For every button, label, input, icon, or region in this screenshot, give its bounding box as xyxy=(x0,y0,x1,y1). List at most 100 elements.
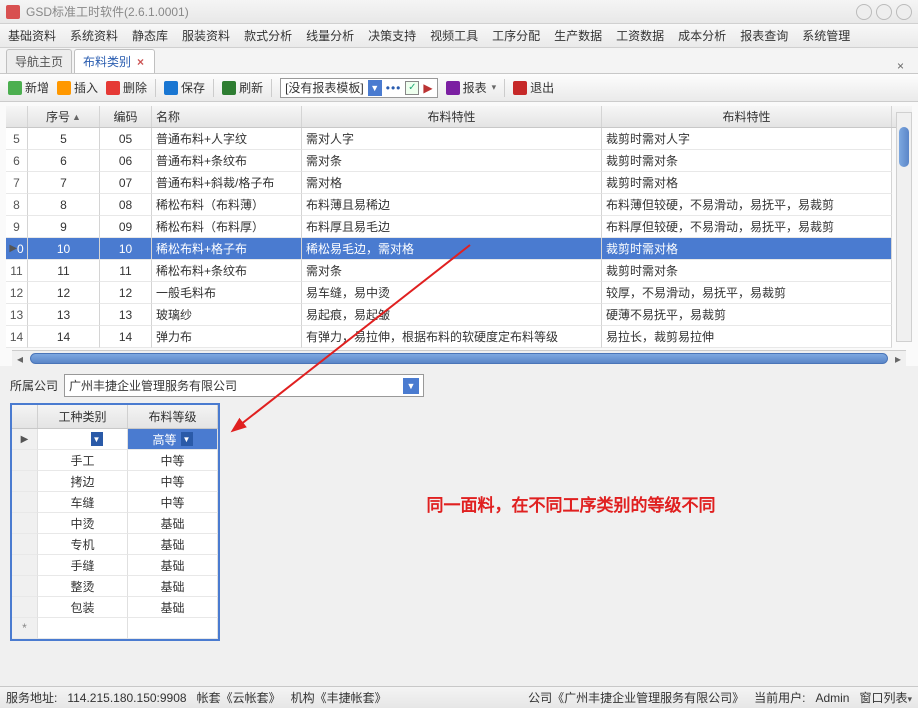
report-button[interactable]: 报表▾ xyxy=(446,79,497,96)
cell-grade[interactable]: 基础 xyxy=(128,555,218,576)
chevron-down-icon[interactable]: ▼ xyxy=(403,378,419,394)
scroll-left-icon[interactable]: ◂ xyxy=(12,351,28,366)
col-seq[interactable]: 序号▲ xyxy=(28,106,100,127)
cell-prop1[interactable]: 易起痕，易起皱 xyxy=(302,304,602,326)
detail-row[interactable]: 中烫基础 xyxy=(12,513,218,534)
chevron-down-icon[interactable]: ▼ xyxy=(181,432,193,446)
cell-code[interactable]: 10 xyxy=(100,238,152,260)
cell-grade[interactable]: 中等 xyxy=(128,471,218,492)
cell-prop2[interactable]: 布料薄但较硬，不易滑动，易抚平，易裁剪 xyxy=(602,194,892,216)
vertical-scrollbar[interactable] xyxy=(896,112,912,342)
exit-button[interactable]: 退出 xyxy=(513,79,554,96)
cell-seq[interactable]: 11 xyxy=(28,260,100,282)
cell-seq[interactable]: 12 xyxy=(28,282,100,304)
table-row[interactable]: 121212一般毛料布易车缝，易中烫较厚，不易滑动，易抚平，易裁剪 xyxy=(6,282,912,304)
cell-code[interactable]: 08 xyxy=(100,194,152,216)
table-row[interactable]: 5505普通布料+人字纹需对人字裁剪时需对人字 xyxy=(6,128,912,150)
menu-item[interactable]: 工资数据 xyxy=(616,27,664,44)
cell-seq[interactable]: 10 xyxy=(28,238,100,260)
table-row[interactable]: 7707普通布料+斜裁/格子布需对格裁剪时需对格 xyxy=(6,172,912,194)
cell-seq[interactable]: 8 xyxy=(28,194,100,216)
refresh-button[interactable]: 刷新 xyxy=(222,79,263,96)
play-icon[interactable]: ▶ xyxy=(423,81,432,95)
cell-code[interactable]: 11 xyxy=(100,260,152,282)
detail-row[interactable]: 拷边中等 xyxy=(12,471,218,492)
cell-seq[interactable]: 14 xyxy=(28,326,100,348)
col-prop1[interactable]: 布料特性 xyxy=(302,106,602,127)
check-icon[interactable]: ✓ xyxy=(405,81,419,95)
window-list-button[interactable]: 窗口列表▾ xyxy=(859,689,912,706)
col-work-type[interactable]: 工种类别 xyxy=(38,405,128,428)
cell-prop1[interactable]: 有弹力，易拉伸，根据布料的软硬度定布料等级 xyxy=(302,326,602,348)
cell-name[interactable]: 弹力布 xyxy=(152,326,302,348)
cell-prop2[interactable]: 硬薄不易抚平，易裁剪 xyxy=(602,304,892,326)
cell-prop1[interactable]: 需对格 xyxy=(302,172,602,194)
menu-item[interactable]: 工序分配 xyxy=(492,27,540,44)
menu-item[interactable]: 款式分析 xyxy=(244,27,292,44)
cell-grade[interactable]: 高等▼ xyxy=(128,429,218,450)
detail-row[interactable]: 包装基础 xyxy=(12,597,218,618)
cell-prop1[interactable]: 布料厚且易毛边 xyxy=(302,216,602,238)
cell-work-type[interactable]: 裁剪▼ xyxy=(38,429,128,450)
cell-prop2[interactable]: 裁剪时需对格 xyxy=(602,238,892,260)
template-select[interactable]: [没有报表模板] ▼ ••• ✓ ▶ xyxy=(280,78,438,98)
cell-work-type[interactable]: 手缝 xyxy=(38,555,128,576)
tabs-close-all[interactable]: × xyxy=(889,59,912,73)
company-select[interactable]: 广州丰捷企业管理服务有限公司 ▼ xyxy=(64,374,424,397)
tab-nav-home[interactable]: 导航主页 xyxy=(6,49,72,73)
menu-item[interactable]: 基础资料 xyxy=(8,27,56,44)
cell-work-type[interactable]: 手工 xyxy=(38,450,128,471)
cell-name[interactable]: 一般毛料布 xyxy=(152,282,302,304)
cell-code[interactable]: 09 xyxy=(100,216,152,238)
cell-name[interactable]: 稀松布料+条纹布 xyxy=(152,260,302,282)
cell-prop1[interactable]: 稀松易毛边，需对格 xyxy=(302,238,602,260)
cell-name[interactable]: 普通布料+斜裁/格子布 xyxy=(152,172,302,194)
minimize-button[interactable] xyxy=(856,4,872,20)
cell-work-type[interactable]: 包装 xyxy=(38,597,128,618)
cell-prop2[interactable]: 裁剪时需对条 xyxy=(602,150,892,172)
menu-item[interactable]: 生产数据 xyxy=(554,27,602,44)
menu-item[interactable]: 系统管理 xyxy=(802,27,850,44)
menu-item[interactable]: 报表查询 xyxy=(740,27,788,44)
cell-code[interactable]: 13 xyxy=(100,304,152,326)
cell-grade[interactable]: 基础 xyxy=(128,597,218,618)
vscroll-thumb[interactable] xyxy=(899,127,909,167)
col-name[interactable]: 名称 xyxy=(152,106,302,127)
table-row[interactable]: 8808稀松布料（布料薄）布料薄且易稀边布料薄但较硬，不易滑动，易抚平，易裁剪 xyxy=(6,194,912,216)
chevron-down-icon[interactable]: ▼ xyxy=(91,432,103,446)
menu-item[interactable]: 成本分析 xyxy=(678,27,726,44)
cell-seq[interactable]: 5 xyxy=(28,128,100,150)
cell-prop2[interactable]: 裁剪时需对人字 xyxy=(602,128,892,150)
cell-work-type[interactable]: 车缝 xyxy=(38,492,128,513)
cell-work-type[interactable]: 拷边 xyxy=(38,471,128,492)
save-button[interactable]: 保存 xyxy=(164,79,205,96)
cell-prop1[interactable]: 需对条 xyxy=(302,150,602,172)
detail-add-row[interactable]: * xyxy=(12,618,218,639)
cell-grade[interactable]: 中等 xyxy=(128,492,218,513)
detail-row[interactable]: 手工中等 xyxy=(12,450,218,471)
cell-prop1[interactable]: 易车缝，易中烫 xyxy=(302,282,602,304)
detail-row[interactable]: 专机基础 xyxy=(12,534,218,555)
table-row[interactable]: 6606普通布料+条纹布需对条裁剪时需对条 xyxy=(6,150,912,172)
delete-button[interactable]: 删除 xyxy=(106,79,147,96)
cell-seq[interactable]: 9 xyxy=(28,216,100,238)
cell-prop2[interactable]: 较厚，不易滑动，易抚平，易裁剪 xyxy=(602,282,892,304)
cell-name[interactable]: 稀松布料（布料厚） xyxy=(152,216,302,238)
scroll-right-icon[interactable]: ▸ xyxy=(890,351,906,366)
cell-grade[interactable]: 基础 xyxy=(128,576,218,597)
detail-row[interactable]: 整烫基础 xyxy=(12,576,218,597)
cell-work-type[interactable]: 专机 xyxy=(38,534,128,555)
tab-close-icon[interactable]: × xyxy=(135,55,146,69)
menu-item[interactable]: 决策支持 xyxy=(368,27,416,44)
table-row[interactable]: 111111稀松布料+条纹布需对条裁剪时需对条 xyxy=(6,260,912,282)
cell-seq[interactable]: 6 xyxy=(28,150,100,172)
cell-code[interactable]: 12 xyxy=(100,282,152,304)
table-row[interactable]: ▶01010稀松布料+格子布稀松易毛边，需对格裁剪时需对格 xyxy=(6,238,912,260)
ellipsis-icon[interactable]: ••• xyxy=(386,81,402,95)
cell-grade[interactable]: 中等 xyxy=(128,450,218,471)
cell-prop1[interactable]: 布料薄且易稀边 xyxy=(302,194,602,216)
cell-code[interactable]: 07 xyxy=(100,172,152,194)
detail-row[interactable]: 手缝基础 xyxy=(12,555,218,576)
cell-code[interactable]: 14 xyxy=(100,326,152,348)
menu-item[interactable]: 视频工具 xyxy=(430,27,478,44)
